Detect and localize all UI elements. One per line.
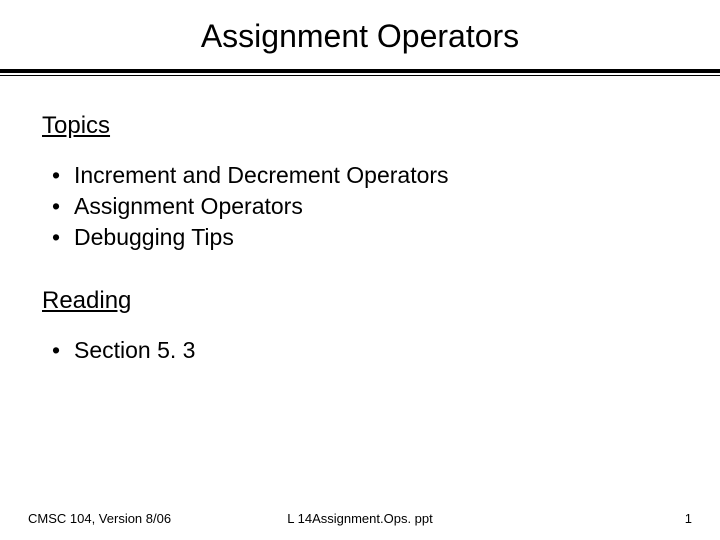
footer-left: CMSC 104, Version 8/06 bbox=[28, 511, 171, 526]
reading-list: Section 5. 3 bbox=[52, 335, 678, 366]
list-item: Debugging Tips bbox=[52, 222, 678, 253]
footer: CMSC 104, Version 8/06 L 14Assignment.Op… bbox=[0, 511, 720, 526]
slide: { "title": "Assignment Operators", "sect… bbox=[0, 0, 720, 540]
list-item: Assignment Operators bbox=[52, 191, 678, 222]
horizontal-rule bbox=[0, 69, 720, 76]
list-item: Section 5. 3 bbox=[52, 335, 678, 366]
slide-body: Topics Increment and Decrement Operators… bbox=[0, 76, 720, 366]
topics-list: Increment and Decrement Operators Assign… bbox=[52, 160, 678, 253]
footer-page-number: 1 bbox=[685, 511, 692, 526]
section-heading-topics: Topics bbox=[42, 112, 678, 140]
list-item: Increment and Decrement Operators bbox=[52, 160, 678, 191]
title-area: Assignment Operators bbox=[0, 0, 720, 55]
section-heading-reading: Reading bbox=[42, 287, 678, 315]
slide-title: Assignment Operators bbox=[0, 18, 720, 55]
